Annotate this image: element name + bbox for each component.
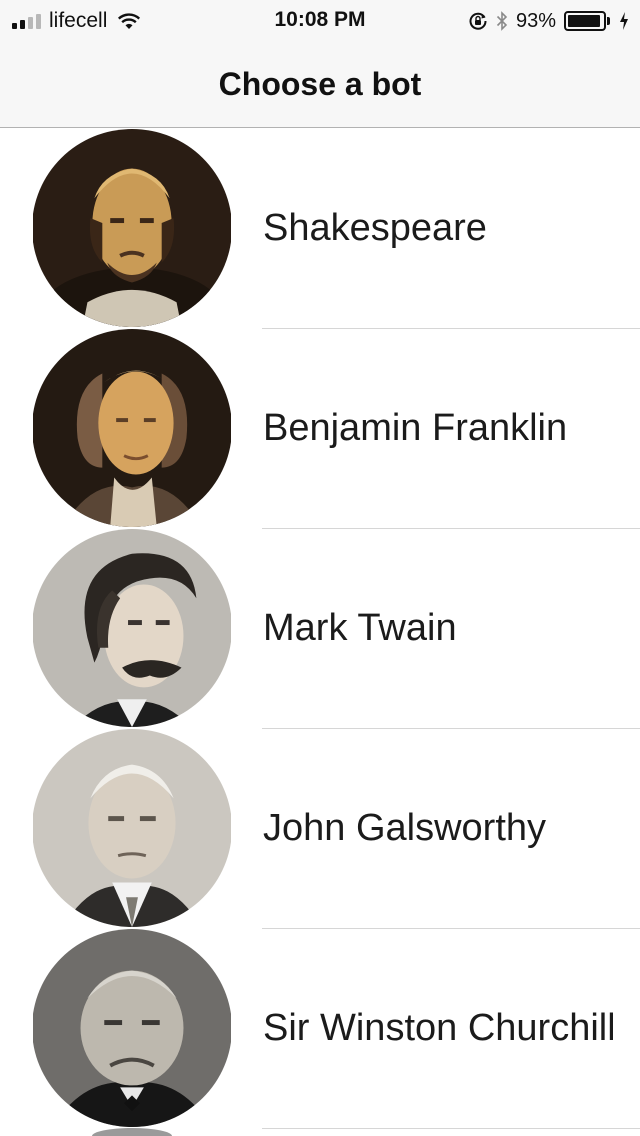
navigation-bar: Choose a bot bbox=[0, 40, 640, 128]
avatar bbox=[32, 129, 232, 327]
screen: lifecell 10:08 PM 93% Choose a bot Shake… bbox=[0, 0, 640, 1136]
avatar bbox=[32, 929, 232, 1127]
row-separator bbox=[262, 1128, 640, 1129]
franklin-portrait bbox=[33, 329, 231, 527]
bot-name: John Galsworthy bbox=[263, 807, 547, 849]
avatar bbox=[32, 329, 232, 527]
status-right: 93% bbox=[468, 8, 630, 34]
bot-row-benjamin-franklin[interactable]: Benjamin Franklin bbox=[0, 329, 640, 529]
bot-row-john-galsworthy[interactable]: John Galsworthy bbox=[0, 729, 640, 929]
bot-name: Benjamin Franklin bbox=[263, 407, 568, 449]
shakespeare-portrait bbox=[33, 129, 231, 327]
bot-row-shakespeare[interactable]: Shakespeare bbox=[0, 129, 640, 329]
bot-name: Shakespeare bbox=[263, 207, 487, 249]
rotation-lock-icon bbox=[469, 12, 487, 30]
page-title: Choose a bot bbox=[218, 66, 422, 102]
charging-bolt-icon bbox=[620, 12, 628, 30]
galsworthy-portrait bbox=[33, 729, 231, 927]
battery-icon bbox=[564, 11, 610, 31]
status-bar: lifecell 10:08 PM 93% bbox=[0, 0, 640, 40]
bluetooth-icon bbox=[496, 11, 508, 31]
bot-row-mark-twain[interactable]: Mark Twain bbox=[0, 529, 640, 729]
bot-list: Shakespeare Benjamin Franklin Mark Twain… bbox=[0, 129, 640, 1129]
twain-portrait bbox=[33, 529, 231, 727]
avatar bbox=[32, 729, 232, 927]
churchill-portrait bbox=[33, 929, 231, 1127]
bot-name: Sir Winston Churchill bbox=[263, 1007, 613, 1049]
next-row-avatar bbox=[92, 1128, 172, 1136]
battery-percentage: 93% bbox=[515, 9, 556, 32]
bot-name: Mark Twain bbox=[263, 607, 457, 649]
bot-row-sir-winston-churchill[interactable]: Sir Winston Churchill bbox=[0, 929, 640, 1129]
avatar bbox=[32, 529, 232, 727]
